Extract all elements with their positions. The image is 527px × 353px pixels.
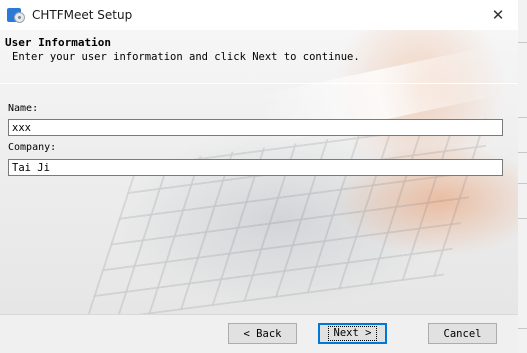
next-button[interactable]: Next > — [318, 323, 387, 344]
edge-mark — [518, 218, 527, 219]
cancel-button-label: Cancel — [443, 327, 482, 340]
edge-mark — [518, 117, 527, 118]
keyboard-background-image — [84, 117, 496, 314]
setup-dialog: CHTFMeet Setup ✕ User Information Enter … — [0, 0, 518, 353]
edge-mark — [518, 42, 527, 43]
back-button-label: < Back — [243, 327, 282, 340]
next-button-label: Next > — [327, 326, 378, 341]
edge-mark — [518, 152, 527, 153]
header-separator — [0, 83, 518, 84]
company-label: Company: — [8, 142, 57, 153]
setup-cd-icon — [7, 6, 25, 24]
back-button[interactable]: < Back — [228, 323, 297, 344]
edge-mark — [518, 328, 527, 329]
close-icon: ✕ — [491, 6, 505, 24]
name-label: Name: — [8, 103, 39, 114]
wizard-page: User Information Enter your user informa… — [0, 30, 518, 314]
page-description: Enter your user information and click Ne… — [12, 51, 360, 63]
close-button[interactable]: ✕ — [478, 0, 518, 30]
window-title: CHTFMeet Setup — [32, 8, 133, 22]
edge-mark — [518, 183, 527, 184]
background-page-edge — [518, 0, 527, 353]
button-bar: < Back Next > Cancel — [0, 314, 518, 353]
name-field[interactable] — [8, 119, 503, 136]
title-bar[interactable]: CHTFMeet Setup ✕ — [0, 0, 518, 30]
cancel-button[interactable]: Cancel — [428, 323, 497, 344]
page-title: User Information — [5, 36, 111, 49]
company-field[interactable] — [8, 159, 503, 176]
